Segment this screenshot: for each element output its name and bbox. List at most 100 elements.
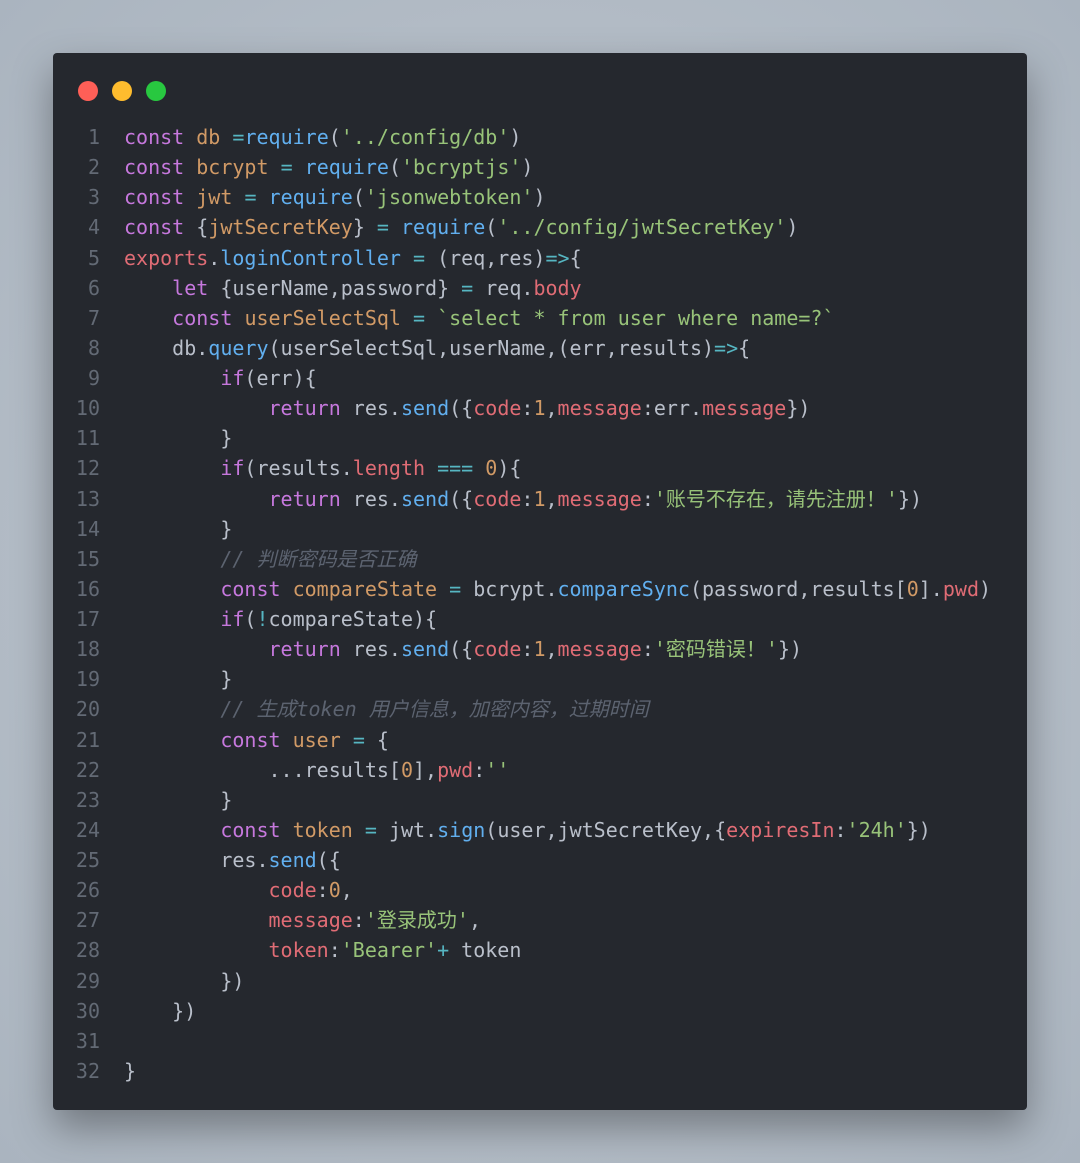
code-text: : — [473, 757, 486, 782]
line-source: ...results[0],pwd:'' — [124, 755, 509, 785]
function-name: compareSync — [557, 576, 690, 601]
string: '密码错误！' — [653, 637, 778, 662]
code-line: 26 code:0, — [53, 875, 1027, 905]
line-number: 4 — [87, 215, 100, 240]
code-line: 31 — [53, 1026, 1027, 1056]
line-number: 2 — [87, 155, 100, 180]
maximize-dot-icon[interactable] — [146, 81, 166, 101]
line-number: 20 — [75, 697, 100, 722]
property: message — [557, 637, 642, 662]
code-text: : — [316, 878, 329, 903]
code-line: 3 const jwt = require('jsonwebtoken') — [53, 182, 1027, 212]
line-source: message:'登录成功', — [124, 905, 481, 935]
keyword: return — [268, 486, 341, 511]
code-text: ({ — [449, 396, 474, 421]
line-source: } — [124, 785, 232, 815]
line-source: res.send({ — [124, 845, 341, 875]
code-text: (err){ — [244, 366, 317, 390]
code-line: 15 // 判断密码是否正确 — [53, 544, 1027, 574]
keyword: let — [172, 275, 209, 300]
operator: => — [545, 245, 570, 270]
variable: compareState — [292, 576, 438, 601]
line-source: } — [124, 514, 232, 544]
code-text: { — [184, 215, 209, 240]
code-line: 10 return res.send({code:1,message:err.m… — [53, 393, 1027, 423]
function-name: require — [401, 215, 486, 240]
code-text: ) — [978, 576, 992, 601]
operator: => — [714, 335, 739, 360]
string: '../config/db' — [340, 125, 510, 149]
function-name: send — [400, 396, 450, 421]
number: 1 — [533, 396, 546, 421]
line-number: 6 — [87, 275, 100, 300]
keyword: const — [124, 215, 185, 240]
code-text: }) — [124, 998, 197, 1023]
minimize-dot-icon[interactable] — [112, 81, 132, 101]
string: '登录成功' — [364, 908, 469, 933]
code-block: 1 const db =require('../config/db') 2 const… — [53, 122, 1027, 1086]
function-name: loginController — [220, 245, 401, 270]
code-window: 1 const db =require('../config/db') 2 const… — [53, 53, 1027, 1110]
code-line: 9 if(err){ — [53, 363, 1027, 393]
line-source: const jwt = require('jsonwebtoken') — [124, 182, 546, 212]
close-dot-icon[interactable] — [78, 81, 98, 101]
operator: = — [280, 155, 293, 180]
code-text: ( — [485, 215, 498, 240]
property: pwd — [437, 757, 474, 782]
operator: = — [461, 275, 474, 300]
code-text: : — [834, 817, 847, 842]
code-text: :err. — [641, 396, 703, 421]
number: 1 — [533, 637, 546, 662]
keyword: const — [220, 576, 281, 601]
code-line: 17 if(!compareState){ — [53, 604, 1027, 634]
code-line: 23 } — [53, 785, 1027, 815]
line-number: 32 — [75, 1058, 100, 1083]
code-text: res. — [340, 396, 401, 421]
code-text: }) — [786, 396, 811, 421]
code-text: db. — [124, 335, 209, 360]
property: message — [702, 396, 787, 421]
operator: = — [449, 576, 462, 601]
line-number: 7 — [87, 305, 100, 330]
function-name: require — [268, 185, 353, 210]
code-text: ({ — [316, 848, 341, 872]
code-text: res. — [340, 486, 401, 511]
code-text: ( — [328, 125, 341, 149]
line-source: return res.send({code:1,message:err.mess… — [124, 393, 811, 423]
code-text: : — [352, 908, 365, 933]
line-number: 21 — [75, 727, 100, 752]
operator: = — [352, 727, 365, 752]
line-source: }) — [124, 966, 244, 996]
code-text: , — [340, 878, 353, 903]
code-line: 29 }) — [53, 966, 1027, 996]
comment: // 生成token 用户信息，加密内容，过期时间 — [220, 697, 649, 722]
code-line: 1 const db =require('../config/db') — [53, 122, 1027, 152]
line-source: }) — [124, 996, 196, 1026]
code-line: 14 } — [53, 514, 1027, 544]
code-text: ( — [388, 155, 401, 180]
code-text: : — [328, 938, 341, 963]
code-text: }) — [777, 637, 803, 662]
code-text: (user,jwtSecretKey,{ — [485, 817, 727, 842]
code-text: { — [738, 335, 751, 360]
operator: ! — [256, 607, 269, 631]
code-text: : — [521, 396, 534, 421]
line-number: 27 — [75, 908, 100, 933]
code-text: bcrypt. — [461, 576, 558, 601]
line-source: token:'Bearer'+ token — [124, 935, 522, 965]
line-source: db.query(userSelectSql,userName,(err,res… — [124, 333, 750, 363]
string: '24h' — [846, 817, 907, 842]
code-line: 6 let {userName,password} = req.body — [53, 273, 1027, 303]
line-source: if(!compareState){ — [124, 604, 437, 634]
